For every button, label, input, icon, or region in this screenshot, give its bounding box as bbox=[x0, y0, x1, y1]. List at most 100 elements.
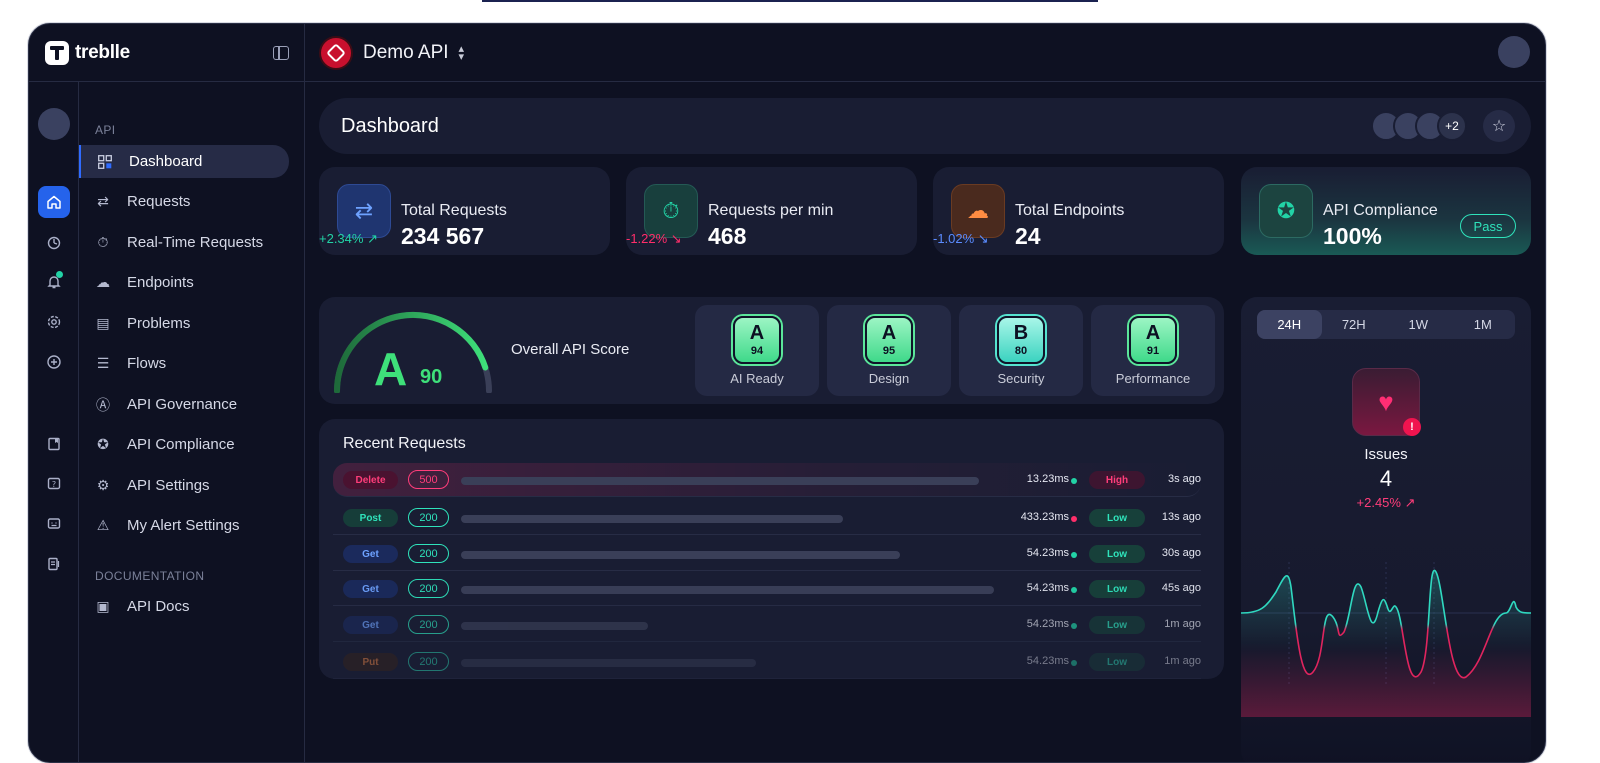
sidebar-item-label: Endpoints bbox=[127, 274, 194, 291]
table-row[interactable]: Post 200 433.23ms Low 13s ago bbox=[333, 501, 1201, 535]
page-title: Dashboard bbox=[341, 115, 439, 137]
tab-1w[interactable]: 1W bbox=[1386, 310, 1451, 339]
star-icon[interactable]: ☆ bbox=[1483, 110, 1515, 142]
home-icon[interactable] bbox=[38, 186, 70, 218]
award-icon: ✪ bbox=[97, 436, 109, 452]
stat-label: Requests per min bbox=[708, 202, 834, 219]
stat-value: 468 bbox=[708, 223, 747, 249]
time-ago: 45s ago bbox=[1161, 582, 1201, 594]
brand-name: treblle bbox=[75, 42, 130, 63]
sidebar-item-label: API Docs bbox=[127, 598, 190, 615]
grid-icon bbox=[97, 154, 113, 170]
score-label: Performance bbox=[1115, 371, 1191, 386]
sidebar-item-api-governance[interactable]: Ⓐ API Governance bbox=[79, 388, 289, 421]
help-icon[interactable]: ? bbox=[38, 468, 70, 500]
notification-dot bbox=[56, 271, 63, 278]
sidebar-item-requests[interactable]: ⇄ Requests bbox=[79, 185, 289, 218]
score-performance[interactable]: A 91 Performance bbox=[1091, 305, 1215, 396]
score-ai-ready[interactable]: A 94 AI Ready bbox=[695, 305, 819, 396]
severity-badge: Low bbox=[1089, 545, 1145, 563]
document-list-icon[interactable] bbox=[38, 548, 70, 580]
workspace-avatar[interactable] bbox=[38, 108, 70, 140]
score-design[interactable]: A 95 Design bbox=[827, 305, 951, 396]
endpoint-placeholder-bar bbox=[461, 551, 900, 559]
status-code-badge: 200 bbox=[408, 615, 449, 634]
sidebar-item-api-compliance[interactable]: ✪ API Compliance bbox=[79, 428, 289, 461]
recent-requests-title: Recent Requests bbox=[343, 435, 466, 452]
response-time: 13.23ms bbox=[1026, 473, 1069, 485]
status-code-badge: 200 bbox=[408, 544, 449, 563]
book-icon[interactable] bbox=[38, 428, 70, 460]
score-security[interactable]: B 80 Security bbox=[959, 305, 1083, 396]
response-time: 54.23ms bbox=[1026, 547, 1069, 559]
sidebar-item-my-alert-settings[interactable]: ⚠ My Alert Settings bbox=[79, 509, 289, 542]
response-time-dot bbox=[1071, 623, 1077, 629]
sidebar-item-problems[interactable]: ▤ Problems bbox=[79, 307, 289, 340]
chevron-updown-icon: ▴ ▾ bbox=[458, 43, 465, 63]
issues-count: 4 bbox=[1379, 466, 1393, 491]
brand-logo[interactable]: treblle bbox=[45, 41, 130, 65]
overall-grade: A bbox=[374, 343, 408, 395]
arrows-swap-icon: ⇄ bbox=[337, 184, 391, 238]
stat-label: API Compliance bbox=[1323, 202, 1438, 219]
app-window: treblle Demo API ▴ ▾ ? API Dashboard ⇄ R… bbox=[28, 23, 1546, 763]
table-row[interactable]: Get 200 54.23ms Low 30s ago bbox=[333, 537, 1201, 571]
table-row[interactable]: Get 200 54.23ms Low 1m ago bbox=[333, 608, 1201, 642]
sidebar-item-label: Flows bbox=[127, 355, 167, 372]
method-badge: Get bbox=[343, 545, 398, 563]
sidebar-toggle-icon[interactable] bbox=[273, 46, 289, 60]
sidebar-item-flows[interactable]: ☰ Flows bbox=[79, 347, 289, 380]
stat-card-requests-per-min: ⏱ Requests per min 468 -1.22% ↘ bbox=[626, 167, 917, 255]
analytics-icon[interactable] bbox=[38, 226, 70, 258]
overall-score: 90 bbox=[420, 366, 443, 388]
user-avatar[interactable] bbox=[1498, 36, 1530, 68]
docs-icon: ▣ bbox=[96, 598, 110, 614]
grade-badge: B 80 bbox=[997, 316, 1045, 364]
more-avatars-badge[interactable]: +2 bbox=[1437, 111, 1467, 141]
severity-badge: Low bbox=[1089, 580, 1145, 598]
stat-card-total-endpoints: ☁ Total Endpoints 24 -1.02% ↘ bbox=[933, 167, 1224, 255]
tab-24h[interactable]: 24H bbox=[1257, 310, 1322, 339]
recent-requests-card: Recent Requests Delete 500 13.23ms High 3s a… bbox=[319, 419, 1224, 679]
table-row[interactable]: Put 200 54.23ms Low 1m ago bbox=[333, 645, 1201, 679]
sidebar-item-endpoints[interactable]: ☁ Endpoints bbox=[79, 266, 289, 299]
table-row[interactable]: Get 200 54.23ms Low 45s ago bbox=[333, 572, 1201, 606]
gear-icon[interactable] bbox=[38, 306, 70, 338]
response-time-dot bbox=[1071, 660, 1077, 666]
stat-label: Total Endpoints bbox=[1015, 202, 1125, 219]
response-time: 54.23ms bbox=[1026, 655, 1069, 667]
stat-change: -1.02% ↘ bbox=[933, 231, 989, 246]
bell-icon[interactable] bbox=[38, 266, 70, 298]
project-name: Demo API bbox=[363, 42, 449, 63]
status-code-badge: 200 bbox=[408, 579, 449, 598]
response-time: 433.23ms bbox=[1020, 511, 1069, 523]
sidebar-item-real-time-requests[interactable]: ⏱ Real-Time Requests bbox=[79, 226, 289, 259]
grade-badge: A 95 bbox=[865, 316, 913, 364]
sidebar-item-label: API Compliance bbox=[127, 436, 235, 453]
chat-icon[interactable] bbox=[38, 508, 70, 540]
plus-circle-icon[interactable] bbox=[38, 346, 70, 378]
governance-icon: Ⓐ bbox=[96, 396, 110, 413]
score-gauge bbox=[334, 311, 492, 393]
sidebar-item-api-settings[interactable]: ⚙ API Settings bbox=[79, 469, 289, 502]
stack-icon: ☰ bbox=[96, 355, 110, 371]
endpoint-placeholder-bar bbox=[461, 586, 994, 594]
response-time-dot bbox=[1071, 587, 1077, 593]
time-ago: 30s ago bbox=[1161, 547, 1201, 559]
sidebar-item-dashboard[interactable]: Dashboard bbox=[79, 145, 289, 178]
table-row[interactable]: Delete 500 13.23ms High 3s ago bbox=[333, 463, 1201, 497]
dashboard-header: Dashboard +2 ☆ bbox=[319, 98, 1531, 154]
sidebar-divider bbox=[304, 24, 305, 762]
stat-card-api-compliance: ✪ API Compliance 100% Pass bbox=[1241, 167, 1531, 255]
award-check-icon: ✪ bbox=[1259, 184, 1313, 238]
time-ago: 3s ago bbox=[1167, 473, 1201, 485]
issues-change: +2.45% ↗ bbox=[1356, 495, 1416, 510]
severity-badge: Low bbox=[1089, 616, 1145, 634]
project-switcher[interactable]: Demo API ▴ ▾ bbox=[319, 36, 464, 70]
sidebar-item-api-docs[interactable]: ▣ API Docs bbox=[79, 590, 289, 623]
top-accent-line bbox=[482, 0, 1098, 2]
list-icon: ▤ bbox=[96, 315, 110, 331]
tab-72h[interactable]: 72H bbox=[1322, 310, 1387, 339]
laravel-logo-icon bbox=[319, 36, 353, 70]
tab-1m[interactable]: 1M bbox=[1451, 310, 1516, 339]
